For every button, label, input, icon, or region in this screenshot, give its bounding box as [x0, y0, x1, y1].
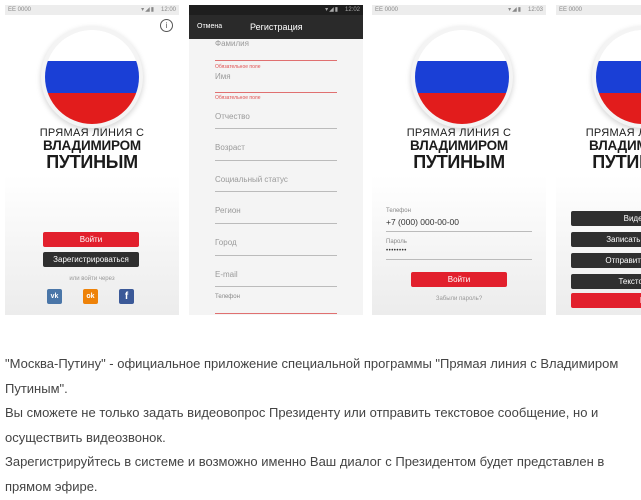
- signal-icon: ▾◢▮: [508, 7, 522, 13]
- patronymic-field[interactable]: Отчество: [215, 112, 337, 129]
- title-line-3: ПУТИНЫМ: [46, 151, 138, 172]
- required-hint: Обязательное поле: [215, 95, 261, 101]
- info-icon[interactable]: i: [160, 19, 173, 32]
- app-title: ПРЯМАЯ ЛИНИЯ С ВЛАДИМИРОМ ПУТИНЫМ: [556, 128, 641, 171]
- phone-field-label: Телефон: [215, 294, 240, 300]
- registration-title: Регистрация: [250, 22, 303, 32]
- video-button[interactable]: Видео: [571, 211, 641, 226]
- description-paragraph-2: Вы сможете не только задать видеовопрос …: [5, 405, 599, 445]
- carrier-label: EE 0000: [375, 7, 399, 13]
- title-line-3: ПУТИНЫМ: [413, 151, 505, 172]
- name-field[interactable]: Имя: [215, 72, 337, 93]
- signal-icon: ▾◢▮: [325, 7, 339, 13]
- social-status-field[interactable]: Социальный статус: [215, 175, 337, 192]
- registration-header: Отмена Регистрация: [189, 15, 363, 39]
- title-line-2: ВЛАДИМИРОМ: [410, 138, 508, 153]
- app-description: "Москва-Путину" - официальное приложение…: [5, 352, 641, 500]
- text-message-button[interactable]: Текстовое: [571, 274, 641, 289]
- region-field[interactable]: Регион: [215, 206, 337, 224]
- title-line-3: ПУТИНЫМ: [592, 151, 641, 172]
- facebook-icon[interactable]: f: [119, 289, 134, 304]
- russian-flag-emblem: [415, 30, 509, 124]
- password-label: Пароль: [386, 239, 407, 245]
- age-field[interactable]: Возраст: [215, 143, 337, 161]
- status-bar: EE 0000: [556, 5, 641, 15]
- phone-input[interactable]: +7 (000) 000-00-00: [386, 217, 459, 227]
- password-input[interactable]: ••••••••: [386, 248, 407, 254]
- forgot-password-link[interactable]: Забыли пароль?: [372, 296, 546, 302]
- screenshot-login-form: EE 0000 ▾◢▮ 12:03 ПРЯМАЯ ЛИНИЯ С ВЛАДИМИ…: [372, 5, 546, 315]
- title-line-2: ВЛАДИМИРОМ: [589, 138, 641, 153]
- status-bar: EE 0000 ▾◢▮ 12:03: [372, 5, 546, 15]
- clock: 12:03: [527, 7, 543, 13]
- russian-flag-emblem: [596, 30, 641, 124]
- register-button[interactable]: Зарегистрироваться: [43, 252, 139, 267]
- clock: 12:02: [344, 7, 360, 13]
- app-title: ПРЯМАЯ ЛИНИЯ С ВЛАДИМИРОМ ПУТИНЫМ: [372, 128, 546, 171]
- carrier-label: EE 0000: [559, 7, 583, 13]
- surname-field[interactable]: Фамилия: [215, 39, 337, 61]
- password-input-underline: [386, 259, 532, 260]
- status-bar: EE 0000 ▾◢▮ 12:00: [5, 5, 179, 15]
- clock: 12:00: [160, 7, 176, 13]
- login-submit-button[interactable]: Войти: [411, 272, 507, 287]
- phone-field-underline[interactable]: [215, 313, 337, 314]
- login-button[interactable]: Войти: [43, 232, 139, 247]
- login-via-label: или войти через: [69, 276, 115, 282]
- logout-button[interactable]: Вы: [571, 293, 641, 308]
- city-field[interactable]: Город: [215, 238, 337, 256]
- required-hint: Обязательное поле: [215, 64, 261, 70]
- screenshot-registration: ▾◢▮ 12:02 Отмена Регистрация Фамилия Обя…: [189, 5, 363, 315]
- description-paragraph-1: "Москва-Путину" - официальное приложение…: [5, 356, 619, 396]
- cancel-button[interactable]: Отмена: [197, 23, 222, 30]
- record-video-button[interactable]: Записать вид: [571, 232, 641, 247]
- screenshot-main-menu: EE 0000 ПРЯМАЯ ЛИНИЯ С ВЛАДИМИРОМ ПУТИНЫ…: [556, 5, 641, 315]
- app-title: ПРЯМАЯ ЛИНИЯ С ВЛАДИМИРОМ ПУТИНЫМ: [5, 128, 179, 171]
- carrier-label: EE 0000: [8, 7, 32, 13]
- status-bar: ▾◢▮ 12:02: [189, 5, 363, 15]
- vk-icon[interactable]: vk: [47, 289, 62, 304]
- phone-input-underline: [386, 231, 532, 232]
- odnoklassniki-icon[interactable]: ok: [83, 289, 98, 304]
- title-line-2: ВЛАДИМИРОМ: [43, 138, 141, 153]
- email-field[interactable]: E-mail: [215, 270, 337, 287]
- russian-flag-emblem: [45, 30, 139, 124]
- screenshot-login: EE 0000 ▾◢▮ 12:00 i ПРЯМАЯ ЛИНИЯ С ВЛАДИ…: [5, 5, 179, 315]
- send-video-button[interactable]: Отправить ви: [571, 253, 641, 268]
- signal-icon: ▾◢▮: [141, 7, 155, 13]
- phone-label: Телефон: [386, 208, 411, 214]
- description-paragraph-3: Зарегистрируйтесь в системе и возможно и…: [5, 454, 605, 494]
